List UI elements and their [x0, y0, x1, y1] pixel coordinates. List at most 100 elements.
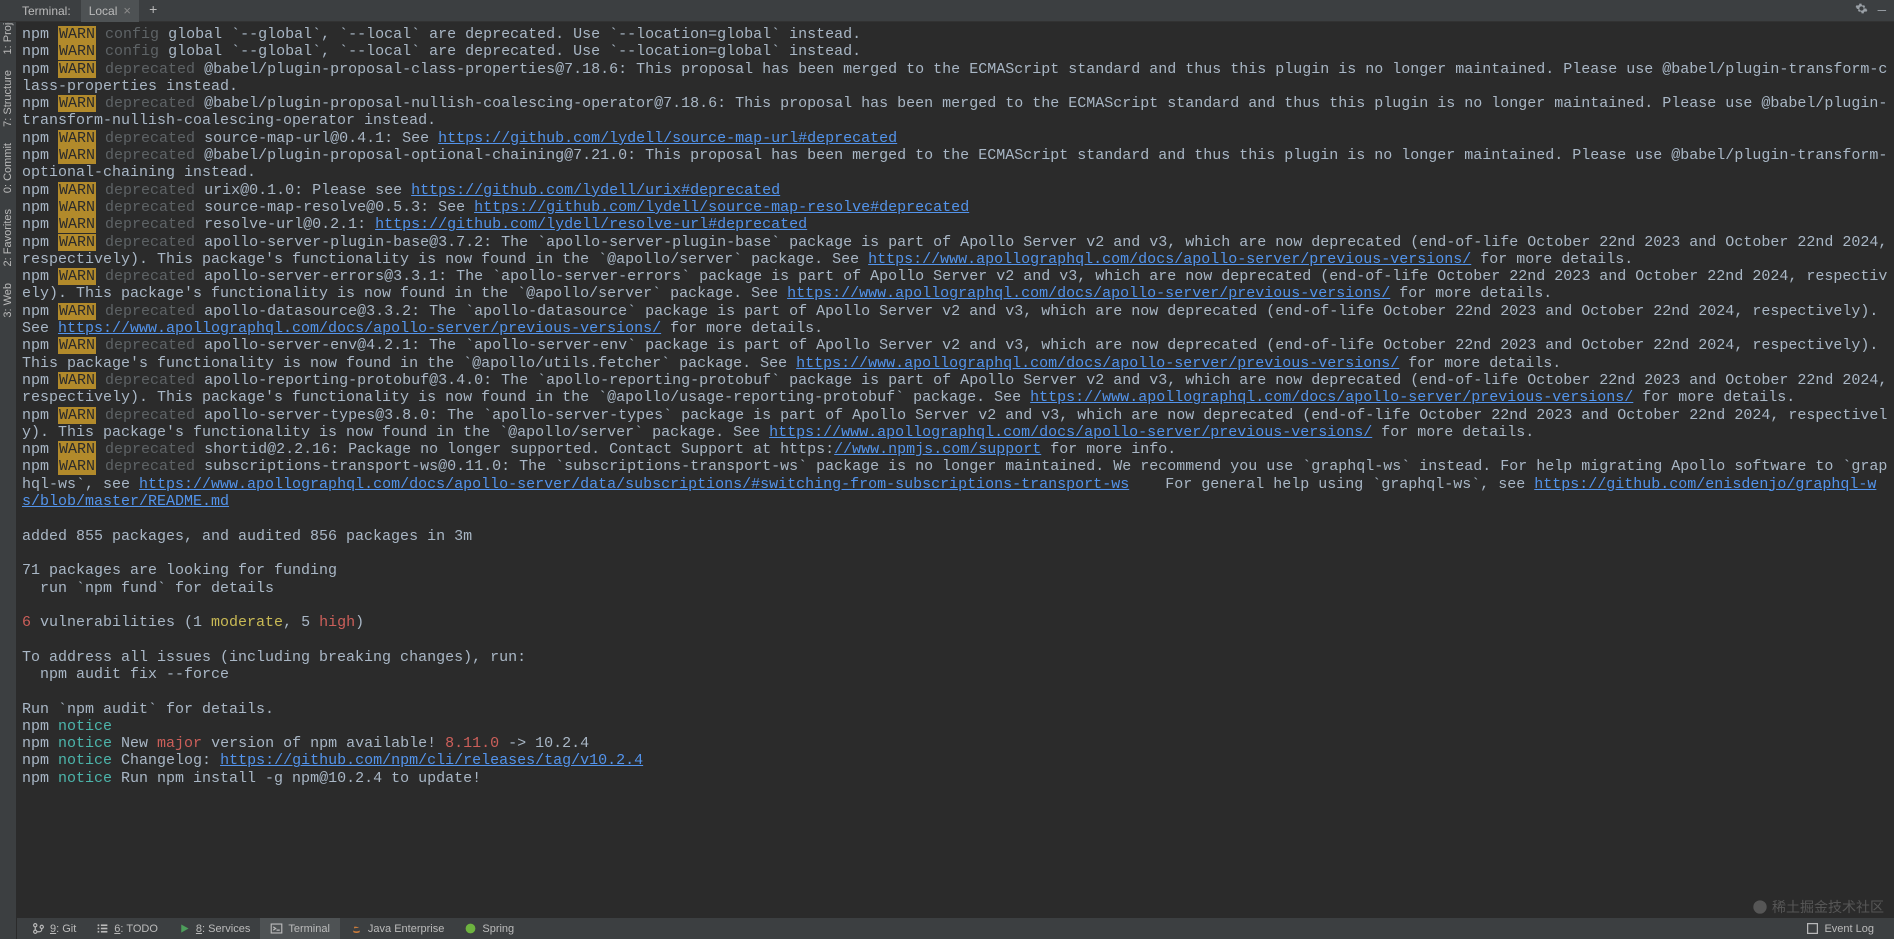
terminal-line: npm WARN deprecated resolve-url@0.2.1: h…	[22, 216, 807, 233]
terminal-link[interactable]: https://github.com/lydell/source-map-url…	[438, 130, 897, 147]
square-icon	[1806, 922, 1819, 935]
terminal-text: npm	[22, 95, 58, 112]
terminal-line: npm notice New major version of npm avai…	[22, 735, 589, 752]
add-tab-button[interactable]: +	[139, 3, 167, 19]
terminal-text: shortid@2.2.16: Package no longer suppor…	[195, 441, 834, 458]
terminal-text: notice	[58, 735, 112, 752]
terminal-line: added 855 packages, and audited 856 pack…	[22, 528, 472, 545]
terminal-text: deprecated	[105, 458, 195, 475]
list-icon	[96, 922, 109, 935]
bottom-tab-spring[interactable]: Spring	[454, 918, 524, 939]
terminal-text	[96, 234, 105, 251]
terminal-link[interactable]: https://www.apollographql.com/docs/apoll…	[796, 355, 1399, 372]
terminal-text: deprecated	[105, 147, 195, 164]
bottom-tab-terminal[interactable]: Terminal	[260, 918, 340, 939]
terminal-text	[96, 130, 105, 147]
terminal-text: high	[319, 614, 355, 631]
terminal-line: npm WARN deprecated apollo-reporting-pro…	[22, 372, 1894, 406]
sidebar-tool-structure[interactable]: 7: Structure	[2, 62, 14, 135]
terminal-text: Run `npm audit` for details.	[22, 701, 274, 718]
terminal-text: source-map-resolve@0.5.3: See	[195, 199, 474, 216]
terminal-link[interactable]: https://www.apollographql.com/docs/apoll…	[868, 251, 1471, 268]
terminal-text: moderate	[211, 614, 283, 631]
terminal-text: npm	[22, 268, 58, 285]
sidebar-tool-commit[interactable]: 0: Commit	[2, 135, 14, 201]
terminal-link[interactable]: https://www.apollographql.com/docs/apoll…	[1030, 389, 1633, 406]
minimize-icon[interactable]: —	[1878, 3, 1886, 19]
terminal-link[interactable]: https://www.apollographql.com/docs/apoll…	[769, 424, 1372, 441]
terminal-link[interactable]: https://github.com/npm/cli/releases/tag/…	[220, 752, 643, 769]
terminal-line: npm WARN deprecated apollo-server-plugin…	[22, 234, 1894, 268]
terminal-text: deprecated	[105, 268, 195, 285]
terminal-text: deprecated	[105, 130, 195, 147]
sidebar-tool-web[interactable]: 3: Web	[2, 275, 14, 326]
terminal-link[interactable]: https://www.apollographql.com/docs/apoll…	[787, 285, 1390, 302]
terminal-text: npm	[22, 718, 58, 735]
terminal-text: global `--global`, `--local` are depreca…	[159, 26, 861, 43]
terminal-line: npm WARN deprecated apollo-datasource@3.…	[22, 303, 1887, 337]
terminal-line: npm notice Run npm install -g npm@10.2.4…	[22, 770, 481, 787]
terminal-text	[96, 26, 105, 43]
terminal-line: npm WARN config global `--global`, `--lo…	[22, 43, 861, 60]
branch-icon	[32, 922, 45, 935]
terminal-text: deprecated	[105, 407, 195, 424]
terminal-line: npm WARN deprecated @babel/plugin-propos…	[22, 61, 1887, 95]
terminal-text: @babel/plugin-proposal-optional-chaining…	[22, 147, 1887, 181]
terminal-text: global `--global`, `--local` are depreca…	[159, 43, 861, 60]
warn-badge: WARN	[58, 199, 96, 216]
bottom-tab-label: Spring	[482, 923, 514, 935]
terminal-text: To address all issues (including breakin…	[22, 649, 526, 666]
terminal-text: npm	[22, 735, 58, 752]
terminal-link[interactable]: https://www.apollographql.com/docs/apoll…	[58, 320, 661, 337]
bottom-tab-:-git[interactable]: 9: Git	[22, 918, 86, 939]
terminal-text: deprecated	[105, 216, 195, 233]
event-log-button[interactable]: Event Log	[1796, 918, 1884, 939]
sidebar-tool-favorites[interactable]: 2: Favorites	[2, 201, 14, 274]
bottom-tab-java-enterprise[interactable]: Java Enterprise	[340, 918, 454, 939]
terminal-text: npm	[22, 234, 58, 251]
watermark: 稀土掘金技术社区	[1752, 897, 1884, 917]
terminal-text	[96, 268, 105, 285]
warn-badge: WARN	[58, 458, 96, 475]
terminal-link[interactable]: https://github.com/lydell/resolve-url#de…	[375, 216, 807, 233]
terminal-line: 6 vulnerabilities (1 moderate, 5 high)	[22, 614, 364, 631]
bottom-tab-label: Terminal	[288, 923, 330, 935]
terminal-text: for more details.	[1399, 355, 1561, 372]
terminal-output[interactable]: npm WARN config global `--global`, `--lo…	[0, 22, 1894, 917]
terminal-text: For general help using `graphql-ws`, see	[1129, 476, 1534, 493]
terminal-link[interactable]: https://github.com/lydell/source-map-res…	[474, 199, 969, 216]
terminal-line: npm WARN deprecated @babel/plugin-propos…	[22, 95, 1887, 129]
terminal-link[interactable]: https://github.com/lydell/urix#deprecate…	[411, 182, 780, 199]
terminal-text: npm	[22, 147, 58, 164]
terminal-link[interactable]: https://www.apollographql.com/docs/apoll…	[139, 476, 1129, 493]
terminal-text: npm	[22, 130, 58, 147]
warn-badge: WARN	[58, 407, 96, 424]
bottom-tab-:-todo[interactable]: 6: TODO	[86, 918, 168, 939]
warn-badge: WARN	[58, 303, 96, 320]
gear-icon[interactable]	[1855, 2, 1868, 20]
terminal-text: npm	[22, 752, 58, 769]
terminal-text: deprecated	[105, 234, 195, 251]
terminal-text	[96, 199, 105, 216]
warn-badge: WARN	[58, 182, 96, 199]
terminal-text: 6	[22, 614, 31, 631]
terminal-text: deprecated	[105, 372, 195, 389]
terminal-text: urix@0.1.0: Please see	[195, 182, 411, 199]
terminal-text: npm	[22, 770, 58, 787]
terminal-tab-local[interactable]: Local ×	[81, 0, 139, 22]
terminal-text: for more details.	[1471, 251, 1633, 268]
bottom-tab-label: 6: TODO	[114, 923, 158, 935]
terminal-text: npm	[22, 441, 58, 458]
terminal-text: deprecated	[105, 182, 195, 199]
terminal-text	[96, 182, 105, 199]
terminal-line: npm notice	[22, 718, 112, 735]
terminal-text	[96, 61, 105, 78]
terminal-line: npm WARN deprecated apollo-server-env@4.…	[22, 337, 1887, 371]
terminal-text: -> 10.2.4	[499, 735, 589, 752]
bottom-tab-:-services[interactable]: 8: Services	[168, 918, 260, 939]
terminal-text: 8.11.0	[445, 735, 499, 752]
terminal-link[interactable]: //www.npmjs.com/support	[834, 441, 1041, 458]
terminal-text: version of npm available!	[202, 735, 445, 752]
warn-badge: WARN	[58, 43, 96, 60]
close-icon[interactable]: ×	[123, 3, 131, 18]
